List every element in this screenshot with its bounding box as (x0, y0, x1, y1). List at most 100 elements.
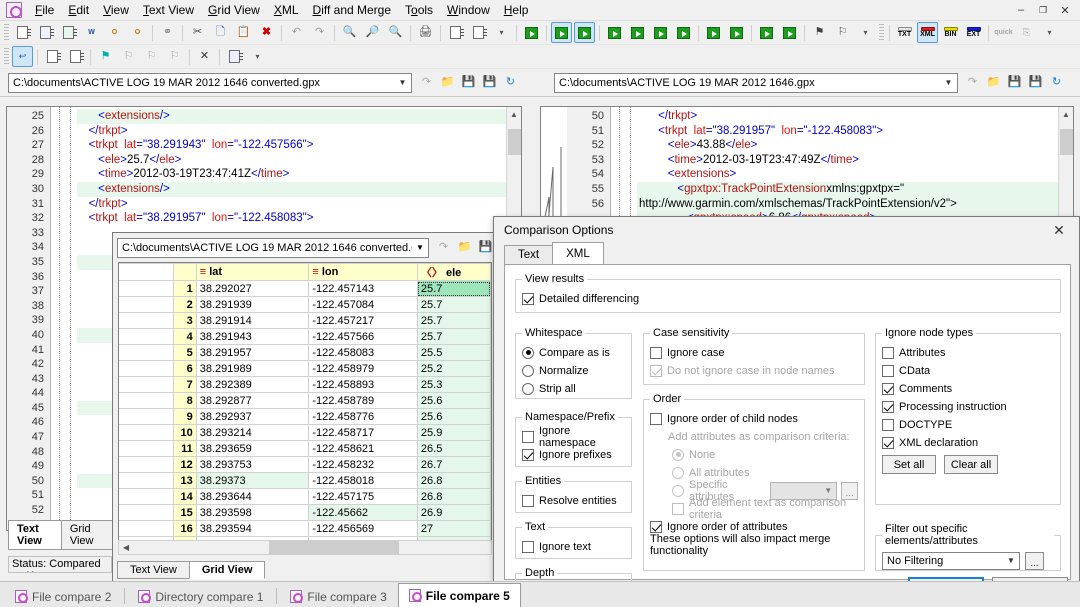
close-icon[interactable]: ✕ (1054, 1, 1076, 19)
radio-indicator[interactable] (522, 383, 534, 395)
code-line[interactable]: <extensions> (637, 167, 1073, 182)
left-save-icon[interactable]: 💾 (459, 73, 478, 92)
menu-help[interactable]: Help (497, 1, 536, 19)
menu-text-view[interactable]: Text View (136, 1, 201, 19)
mode-bin-icon[interactable]: BIN (940, 22, 961, 43)
grid-cell-lon[interactable]: -122.456569 (309, 521, 418, 537)
grid-cell-lon[interactable]: -122.45662 (309, 505, 418, 521)
right-file-path-combo[interactable]: C:\documents\ACTIVE LOG 19 MAR 2012 1646… (554, 73, 958, 93)
grid-cell-lat[interactable]: 38.291914 (196, 313, 309, 329)
table-row[interactable]: 838.292877-122.45878925.6 (119, 393, 491, 409)
menu-xml[interactable]: XML (267, 1, 306, 19)
grid-cell-lat[interactable]: 38.292389 (196, 377, 309, 393)
grid-cell-lon[interactable]: -122.457217 (309, 313, 418, 329)
right-save-icon[interactable]: 💾 (1005, 73, 1024, 92)
table-row[interactable]: 938.292937-122.45877625.6 (119, 409, 491, 425)
code-line[interactable]: http://www.garmin.com/xmlschemas/TrackPo… (637, 197, 1073, 212)
doc-tab-file-compare-3[interactable]: File compare 3 (279, 585, 397, 607)
menu-file[interactable]: File (28, 1, 61, 19)
toolbar-grip[interactable] (4, 24, 9, 42)
expand-all-icon[interactable] (650, 22, 671, 43)
grid-tab-text-view[interactable]: Text View (117, 561, 190, 579)
code-line[interactable]: <ele>43.88</ele> (637, 138, 1073, 153)
grid-cell-lat[interactable]: 38.29373 (196, 473, 309, 489)
grid-cell-lat[interactable]: 38.292027 (196, 281, 309, 297)
menu-edit[interactable]: Edit (61, 1, 96, 19)
right-open-folder-icon[interactable]: 📁 (984, 73, 1003, 92)
chevron-down-icon[interactable]: ▼ (394, 74, 411, 92)
code-line[interactable]: <ele>25.7</ele> (77, 153, 521, 168)
mode-txt-icon[interactable]: TXT (894, 22, 915, 43)
new-text-compare-button[interactable] (12, 22, 33, 43)
minimize-icon[interactable]: – (1010, 1, 1032, 19)
menu-tools[interactable]: Tools (398, 1, 440, 19)
grid-cell-ele[interactable]: 25.9 (417, 425, 490, 441)
table-row[interactable]: 738.292389-122.45889325.3 (119, 377, 491, 393)
scroll-left-icon[interactable]: ◀ (119, 543, 133, 552)
option-ignore-prefixes[interactable]: Ignore prefixes (522, 446, 625, 463)
grid-cell-ele[interactable]: 26.5 (417, 441, 490, 457)
code-line[interactable]: </trkpt> (637, 109, 1073, 124)
table-row[interactable]: 1638.293594-122.45656927 (119, 521, 491, 537)
grid-cell-lon[interactable]: -122.458789 (309, 393, 418, 409)
grid-cell-lon[interactable]: -122.458232 (309, 457, 418, 473)
dialog-tab-xml[interactable]: XML (552, 242, 604, 265)
left-open-folder-icon[interactable]: 📁 (438, 73, 457, 92)
menu-grid-view[interactable]: Grid View (201, 1, 267, 19)
checkbox-ignore-attributes[interactable] (882, 347, 894, 359)
left-save-as-icon[interactable]: 💾 (480, 73, 499, 92)
table-row[interactable]: 338.291914-122.45721725.7 (119, 313, 491, 329)
option-ignore-attributes[interactable]: Attributes (882, 344, 1054, 361)
maximize-icon[interactable]: ❐ (1032, 1, 1054, 19)
radio-strip-all[interactable]: Strip all (522, 380, 625, 397)
menu-view[interactable]: View (96, 1, 136, 19)
option-ignore-processing-instruction[interactable]: Processing instruction (882, 398, 1054, 415)
chevron-down-icon[interactable]: ▼ (412, 243, 428, 252)
compare-run-icon[interactable] (521, 22, 542, 43)
table-row[interactable]: 1538.293598-122.4566226.9 (119, 505, 491, 521)
grid-cell-lat[interactable]: 38.291939 (196, 297, 309, 313)
checkbox-ignore-xml-declaration[interactable] (882, 437, 894, 449)
grid-cell-lon[interactable]: -122.458621 (309, 441, 418, 457)
toolbar-overflow-3[interactable]: ▾ (1039, 22, 1060, 43)
quick-copy-icon[interactable]: ⎘ (1016, 22, 1037, 43)
scrollbar-thumb[interactable] (1060, 129, 1073, 155)
find-next-icon[interactable]: 🔎 (362, 22, 383, 43)
table-row[interactable]: 1338.29373-122.45801826.8 (119, 473, 491, 489)
checkbox-resolve-entities[interactable] (522, 495, 534, 507)
toggle-sync-icon[interactable]: ✕ (194, 46, 215, 67)
grid-cell-lat[interactable]: 38.291989 (196, 361, 309, 377)
right-reload-icon[interactable]: ↻ (1047, 73, 1066, 92)
filter-combo[interactable]: No Filtering ▼ (882, 552, 1020, 570)
report-left-icon[interactable]: ⚑ (809, 22, 830, 43)
right-browse-recent-icon[interactable]: ↷ (963, 73, 982, 92)
doc-tab-file-compare-2[interactable]: File compare 2 (4, 585, 122, 607)
check-right-icon[interactable] (468, 22, 489, 43)
option-ignore-namespace[interactable]: Ignore namespace (522, 428, 625, 445)
code-line[interactable]: <trkpt lat="38.291943" lon="-122.457566"… (77, 138, 521, 153)
checkbox-ignore-prefixes[interactable] (522, 449, 534, 461)
collapse-all-icon[interactable] (673, 22, 694, 43)
mode-ext-icon[interactable]: EXT (963, 22, 984, 43)
grid-cell-lat[interactable]: 38.293598 (196, 505, 309, 521)
prev-diff-up-icon[interactable] (627, 22, 648, 43)
grid-table-container[interactable]: ≡ lat ≡ lon 〈〉 ele 138.292027-122.457 (118, 262, 492, 555)
grid-cell-lon[interactable]: -122.458776 (309, 409, 418, 425)
checkbox-ignore-order-child-nodes[interactable] (650, 413, 662, 425)
grid-cell-ele[interactable]: 25.2 (417, 361, 490, 377)
quick-compare-icon[interactable]: quick (993, 22, 1014, 43)
table-row[interactable]: 438.291943-122.45756625.7 (119, 329, 491, 345)
chevron-down-icon[interactable]: ▼ (1003, 556, 1019, 565)
code-line[interactable]: <gpxtpx:TrackPointExtensionxmlns:gpxtpx=… (637, 182, 1073, 197)
table-row[interactable]: 138.292027-122.45714325.7 (119, 281, 491, 297)
grid-cell-lon[interactable]: -122.458083 (309, 345, 418, 361)
report-right-icon[interactable]: ⚐ (832, 22, 853, 43)
grid-col-ele[interactable]: 〈〉 ele (417, 264, 490, 281)
cut-icon[interactable]: ✂ (187, 22, 208, 43)
grid-cell-lat[interactable]: 38.292937 (196, 409, 309, 425)
grid-browse-recent-icon[interactable]: ↷ (434, 238, 453, 257)
radio-compare-as-is[interactable]: Compare as is (522, 344, 625, 361)
left-reload-icon[interactable]: ↻ (501, 73, 520, 92)
checkbox-ignore-processing-instruction[interactable] (882, 401, 894, 413)
scroll-up-icon[interactable]: ▲ (1059, 107, 1073, 122)
